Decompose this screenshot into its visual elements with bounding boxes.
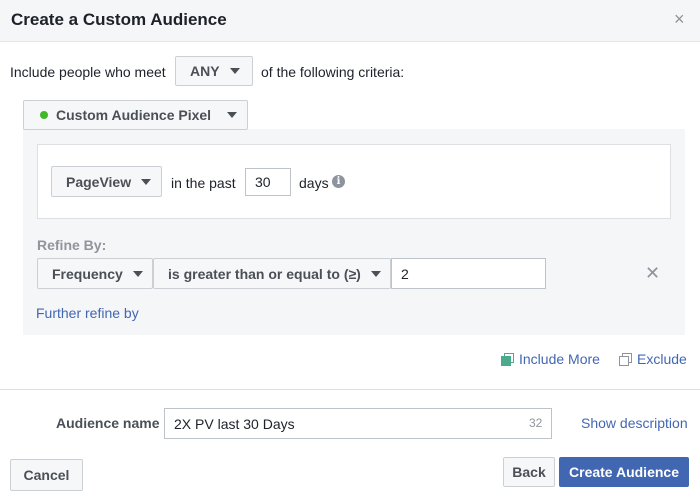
close-icon[interactable]: × bbox=[674, 9, 685, 29]
source-dropdown[interactable]: Custom Audience Pixel bbox=[23, 100, 248, 130]
chevron-down-icon bbox=[141, 178, 152, 185]
chevron-down-icon bbox=[370, 270, 381, 277]
refine-field-dropdown[interactable]: Frequency bbox=[37, 258, 153, 289]
show-description-link[interactable]: Show description bbox=[581, 414, 688, 432]
refine-field-value: Frequency bbox=[52, 265, 123, 282]
info-icon[interactable]: i bbox=[332, 175, 345, 188]
event-value: PageView bbox=[66, 173, 132, 190]
refine-operator-value: is greater than or equal to (≥) bbox=[168, 265, 361, 282]
days-input[interactable]: 30 bbox=[245, 168, 291, 196]
source-label: Custom Audience Pixel bbox=[56, 107, 212, 123]
further-refine-link[interactable]: Further refine by bbox=[36, 304, 139, 322]
divider bbox=[0, 389, 700, 390]
audience-name-char-count: 32 bbox=[529, 416, 543, 430]
refine-operator-dropdown[interactable]: is greater than or equal to (≥) bbox=[153, 258, 391, 289]
audience-name-input[interactable]: 2X PV last 30 Days bbox=[164, 408, 552, 439]
match-type-value: ANY bbox=[190, 63, 220, 79]
chevron-down-icon bbox=[227, 112, 238, 118]
cancel-button[interactable]: Cancel bbox=[10, 459, 83, 491]
status-dot-icon bbox=[40, 111, 48, 119]
days-label: days bbox=[299, 175, 329, 191]
chevron-down-icon bbox=[229, 68, 240, 74]
audience-name-label: Audience name bbox=[56, 415, 160, 431]
in-the-past-label: in the past bbox=[171, 175, 236, 191]
remove-refine-icon[interactable]: ✕ bbox=[645, 264, 660, 282]
dialog-header: Create a Custom Audience × bbox=[0, 0, 700, 42]
include-more-button[interactable]: Include More bbox=[501, 350, 600, 368]
include-more-icon bbox=[501, 352, 514, 366]
chevron-down-icon bbox=[132, 270, 143, 277]
exclude-icon bbox=[619, 352, 632, 366]
include-more-label: Include More bbox=[519, 351, 600, 367]
criteria-suffix: of the following criteria: bbox=[261, 64, 405, 80]
create-audience-button[interactable]: Create Audience bbox=[559, 457, 689, 487]
dialog-title: Create a Custom Audience bbox=[11, 10, 227, 29]
exclude-button[interactable]: Exclude bbox=[619, 350, 687, 368]
back-button[interactable]: Back bbox=[503, 457, 555, 487]
refine-value-input[interactable]: 2 bbox=[391, 258, 546, 289]
exclude-label: Exclude bbox=[637, 351, 687, 367]
criteria-prefix: Include people who meet bbox=[10, 64, 166, 80]
event-dropdown[interactable]: PageView bbox=[51, 166, 162, 197]
refine-by-label: Refine By: bbox=[37, 237, 107, 253]
match-type-dropdown[interactable]: ANY bbox=[175, 56, 253, 86]
